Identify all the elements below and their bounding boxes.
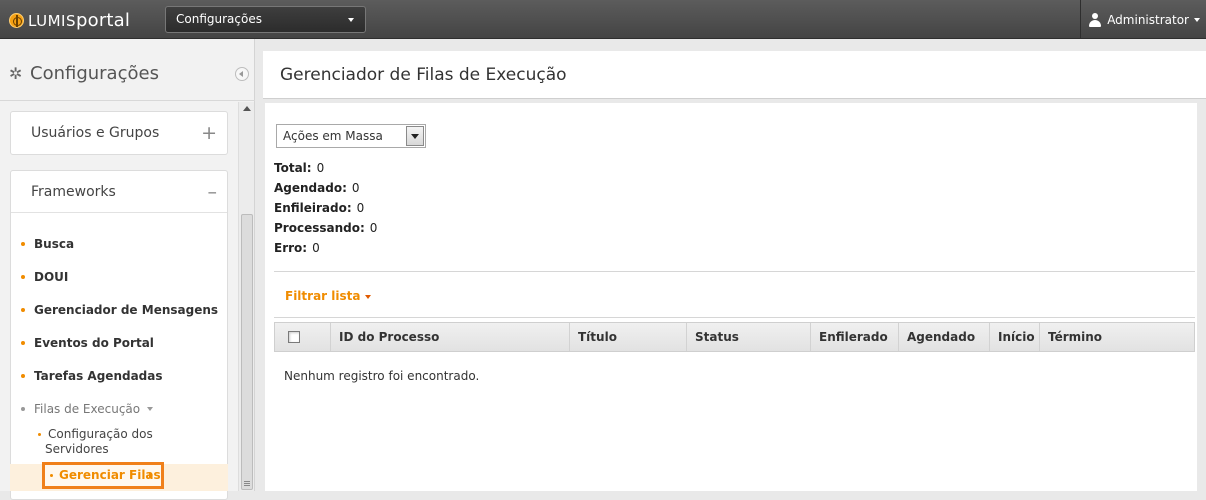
- chevron-down-icon: [365, 294, 372, 299]
- app-selector[interactable]: Configurações: [165, 6, 366, 33]
- chevron-down-icon: [147, 407, 154, 411]
- sidebar-item-doui[interactable]: DOUI: [21, 270, 68, 284]
- column-header-status[interactable]: Status: [686, 323, 810, 351]
- grip-icon: [244, 481, 250, 486]
- filter-list-link[interactable]: Filtrar lista: [285, 289, 372, 303]
- bullet-icon: [21, 374, 25, 378]
- dropdown-button-icon[interactable]: [406, 126, 424, 146]
- scroll-up-icon[interactable]: [243, 106, 251, 111]
- collapse-icon[interactable]: –: [208, 171, 218, 213]
- scrollbar-thumb[interactable]: [241, 214, 253, 490]
- column-header-inicio[interactable]: Início: [989, 323, 1039, 351]
- stat-enfilerado: Enfileirado: 0: [274, 201, 365, 215]
- bullet-icon: [21, 407, 25, 411]
- user-name: Administrator: [1107, 12, 1189, 27]
- bulk-actions-value: Ações em Massa: [283, 129, 383, 143]
- stat-agendado: Agendado: 0: [274, 181, 360, 195]
- stat-erro: Erro: 0: [274, 241, 320, 255]
- bullet-icon: [50, 474, 53, 477]
- main-scrollbar[interactable]: [1197, 103, 1206, 491]
- sidebar-item-tarefas-agendadas[interactable]: Tarefas Agendadas: [21, 369, 163, 383]
- lumis-logo-icon: [9, 12, 24, 28]
- sidebar-header: ✲ Configurações: [0, 39, 255, 101]
- sidebar-subitem-configuracao-servidores[interactable]: Configuração dos Servidores: [38, 427, 158, 457]
- panel-label: Usuários e Grupos: [31, 125, 160, 141]
- sidebar-subitem-gerenciar-filas[interactable]: Gerenciar Filas: [42, 462, 164, 489]
- chevron-down-icon: [348, 18, 354, 22]
- content-panel: Ações em Massa Total: 0 Agendado: 0 Enfile…: [265, 103, 1197, 491]
- portal-logo[interactable]: LUMISportal: [9, 9, 130, 31]
- user-menu[interactable]: Administrator: [1088, 0, 1200, 39]
- app-selector-value: Configurações: [176, 12, 262, 26]
- page-header: Gerenciador de Filas de Execução: [263, 51, 1206, 99]
- logo-prefix: LUMIS: [28, 11, 76, 30]
- bullet-icon: [38, 433, 41, 436]
- page-title: Gerenciador de Filas de Execução: [280, 65, 567, 85]
- empty-table-message: Nenhum registro foi encontrado.: [284, 369, 480, 383]
- panel-usuarios-grupos[interactable]: Usuários e Grupos +: [10, 111, 228, 155]
- sidebar: ✲ Configurações Usuários e Grupos + Fram…: [0, 39, 255, 500]
- settings-icon: ✲: [9, 64, 23, 83]
- logo-suffix: portal: [75, 9, 131, 31]
- column-header-id-processo[interactable]: ID do Processo: [330, 323, 570, 351]
- sidebar-scrollbar[interactable]: [238, 102, 254, 491]
- user-icon: [1088, 12, 1102, 27]
- collapse-sidebar-button[interactable]: [235, 67, 249, 81]
- divider: [274, 271, 1195, 272]
- sidebar-item-busca[interactable]: Busca: [21, 237, 74, 251]
- chevron-down-icon: [1194, 17, 1200, 22]
- column-header-agendado[interactable]: Agendado: [898, 323, 989, 351]
- divider: [1080, 0, 1081, 39]
- bullet-icon: [21, 275, 25, 279]
- column-header-enfilerado[interactable]: Enfilerado: [810, 323, 898, 351]
- bullet-icon: [21, 308, 25, 312]
- main-area: Gerenciador de Filas de Execução Ações e…: [256, 39, 1206, 491]
- column-header-termino[interactable]: Término: [1039, 323, 1189, 351]
- sidebar-title: Configurações: [30, 63, 159, 84]
- bulk-actions-select[interactable]: Ações em Massa: [276, 124, 426, 148]
- bullet-icon: [21, 242, 25, 246]
- column-header-titulo[interactable]: Título: [569, 323, 686, 351]
- table-header: ID do Processo Título Status Enfilerado …: [274, 322, 1195, 352]
- sidebar-item-gerenciador-mensagens[interactable]: Gerenciador de Mensagens: [21, 303, 218, 317]
- sidebar-item-eventos-portal[interactable]: Eventos do Portal: [21, 336, 154, 350]
- select-all-checkbox[interactable]: [288, 331, 300, 343]
- expand-icon[interactable]: +: [201, 112, 217, 154]
- top-bar: LUMISportal Configurações Administrator: [0, 0, 1206, 39]
- bullet-icon: [21, 341, 25, 345]
- stat-total: Total: 0: [274, 161, 325, 175]
- sidebar-group-filas-execucao[interactable]: Filas de Execução: [21, 402, 154, 416]
- chevron-right-icon: [149, 472, 153, 478]
- stat-processando: Processando: 0: [274, 221, 378, 235]
- divider: [274, 317, 1195, 318]
- sidebar-nav: Usuários e Grupos + Frameworks – Busca D…: [0, 102, 255, 500]
- panel-label: Frameworks: [31, 184, 116, 200]
